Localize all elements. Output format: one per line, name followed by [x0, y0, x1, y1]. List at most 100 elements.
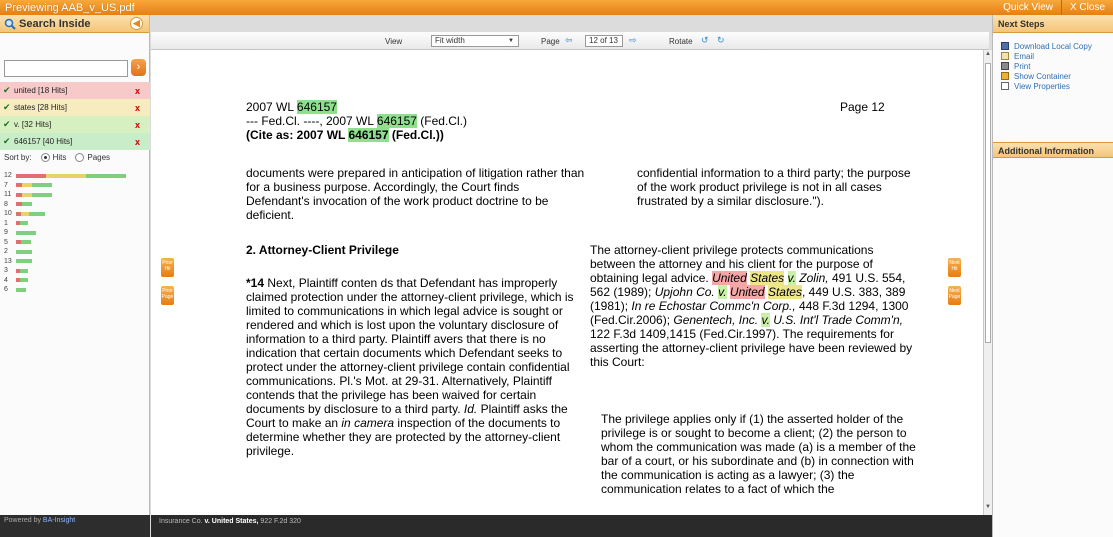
page-number-label: 6 — [4, 286, 8, 294]
print-link[interactable]: Print — [993, 61, 1113, 71]
view-select[interactable]: Fit width ▼ — [431, 35, 519, 47]
folder-icon — [1001, 72, 1009, 80]
additional-information-header[interactable]: Additional Information — [993, 142, 1113, 158]
scrollbar-thumb[interactable] — [985, 63, 991, 343]
paragraph-text: in camera — [341, 416, 395, 430]
page-number-label: 12 — [4, 172, 12, 180]
page-label: Page — [541, 37, 560, 46]
quick-view-button[interactable]: Quick View — [995, 0, 1061, 15]
close-button[interactable]: X Close — [1062, 0, 1113, 15]
search-hit: 646157 — [376, 114, 417, 128]
hit-term-label: united [18 Hits] — [14, 86, 68, 95]
sort-pages-radio[interactable] — [75, 153, 85, 162]
page-number-label: 11 — [4, 191, 12, 199]
page-number: Page 12 — [840, 100, 885, 114]
page-hit-bar-row[interactable]: 7 — [4, 181, 144, 191]
remove-term-icon[interactable]: x — [135, 120, 140, 130]
page-hit-bar — [16, 240, 31, 245]
remove-term-icon[interactable]: x — [135, 103, 140, 113]
email-link[interactable]: Email — [993, 51, 1113, 61]
hit-bar-segment-green — [22, 202, 32, 207]
next-page-icon[interactable]: ⇨ — [629, 35, 637, 46]
page-hit-bar-row[interactable]: 4 — [4, 276, 144, 286]
next-hit-button[interactable]: Next Hit — [948, 258, 961, 277]
document-scrollbar[interactable]: ▲ ▼ — [983, 50, 992, 515]
footer-text: Insurance Co. — [159, 518, 205, 525]
hit-term-united[interactable]: ✔ united [18 Hits] x — [0, 82, 150, 99]
page-hit-bar — [16, 192, 52, 197]
remove-term-icon[interactable]: x — [135, 86, 140, 96]
view-properties-link[interactable]: View Properties — [993, 81, 1113, 91]
page-hit-bar-row[interactable]: 8 — [4, 200, 144, 210]
checkbox-icon[interactable]: ✔ — [3, 120, 12, 129]
search-hit: United — [712, 271, 747, 285]
checkbox-icon[interactable]: ✔ — [3, 86, 12, 95]
search-go-button[interactable]: › — [131, 59, 146, 76]
next-page-button[interactable]: Next Page — [948, 286, 961, 305]
checkbox-icon[interactable]: ✔ — [3, 103, 12, 112]
print-icon — [1001, 62, 1009, 70]
page-hit-bar-row[interactable]: 10 — [4, 209, 144, 219]
next-step-label: View Properties — [1014, 81, 1070, 91]
next-steps-panel: Next Steps Download Local Copy Email Pri… — [992, 15, 1113, 537]
search-hit: 646157 — [348, 128, 389, 142]
page-input[interactable]: 12 of 13 — [585, 35, 623, 47]
prior-hit-button[interactable]: Prior Hit — [161, 258, 174, 277]
next-step-label: Show Container — [1014, 71, 1071, 81]
page-hit-bar-row[interactable]: 9 — [4, 228, 144, 238]
sort-hits-radio[interactable] — [40, 153, 50, 162]
page-hit-bar — [16, 202, 32, 207]
page-hit-bar — [16, 287, 26, 292]
sort-pages-label: Pages — [87, 153, 111, 162]
hit-bar-segment-green — [20, 268, 28, 273]
page-number-label: 1 — [4, 219, 8, 227]
page-hit-bar-row[interactable]: 1 — [4, 219, 144, 229]
checkbox-icon[interactable]: ✔ — [3, 137, 12, 146]
page-hit-bar — [16, 173, 126, 178]
rotate-right-icon[interactable]: ↻ — [717, 35, 725, 46]
rotate-label: Rotate — [669, 37, 693, 46]
search-inside-panel: Search Inside ◀ › ✔ united [18 Hits] x ✔… — [0, 15, 150, 515]
cite-line-2: --- Fed.Cl. ----, 2007 WL 646157 (Fed.Cl… — [246, 114, 606, 128]
case-name: Genentech, Inc. — [673, 313, 759, 327]
search-inside-header: Search Inside ◀ — [0, 15, 149, 33]
save-icon — [1001, 42, 1009, 50]
page-hit-bar-row[interactable]: 2 — [4, 247, 144, 257]
page-number-label: 9 — [4, 229, 8, 237]
scroll-up-icon[interactable]: ▲ — [985, 51, 991, 59]
hit-bar-segment-green — [32, 183, 52, 188]
search-inside-title: Search Inside — [19, 17, 91, 30]
scroll-down-icon[interactable]: ▼ — [985, 504, 991, 512]
powered-by: Powered by BA-Insight — [0, 515, 150, 537]
page-number-label: 13 — [4, 257, 12, 265]
page-hit-bar — [16, 211, 45, 216]
page-hit-bar-row[interactable]: 5 — [4, 238, 144, 248]
cite-prefix: 2007 WL — [246, 100, 297, 114]
paragraph-text: Id. — [463, 402, 478, 416]
hit-term-states[interactable]: ✔ states [28 Hits] x — [0, 99, 150, 116]
remove-term-icon[interactable]: x — [135, 137, 140, 147]
sort-hits-label: Hits — [52, 153, 67, 162]
search-hit: 646157 — [296, 100, 337, 114]
page-hit-bar-row[interactable]: 3 — [4, 266, 144, 276]
page-hit-bar-row[interactable]: 11 — [4, 190, 144, 200]
page-hit-bar-row[interactable]: 12 — [4, 171, 144, 181]
collapse-panel-icon[interactable]: ◀ — [130, 17, 143, 30]
cite-line-1: 2007 WL 646157 — [246, 100, 606, 114]
sort-label: Sort by: — [4, 153, 32, 162]
download-local-copy-link[interactable]: Download Local Copy — [993, 41, 1113, 51]
previous-page-icon[interactable]: ⇦ — [565, 35, 573, 46]
page-hit-bar-row[interactable]: 6 — [4, 285, 144, 295]
powered-brand-link[interactable]: BA-Insight — [43, 517, 75, 524]
hit-bar-segment-green — [29, 211, 45, 216]
hit-bar-segment-green — [32, 192, 52, 197]
hit-term-v[interactable]: ✔ v. [32 Hits] x — [0, 116, 150, 133]
show-container-link[interactable]: Show Container — [993, 71, 1113, 81]
section-heading: 2. Attorney-Client Privilege — [246, 243, 399, 257]
prior-page-button[interactable]: Prior Page — [161, 286, 174, 305]
page-hit-bar-row[interactable]: 13 — [4, 257, 144, 267]
hit-term-646157[interactable]: ✔ 646157 [40 Hits] x — [0, 133, 150, 150]
search-input[interactable] — [4, 60, 128, 77]
star-page-marker: *14 — [246, 276, 265, 290]
rotate-left-icon[interactable]: ↺ — [701, 35, 709, 46]
